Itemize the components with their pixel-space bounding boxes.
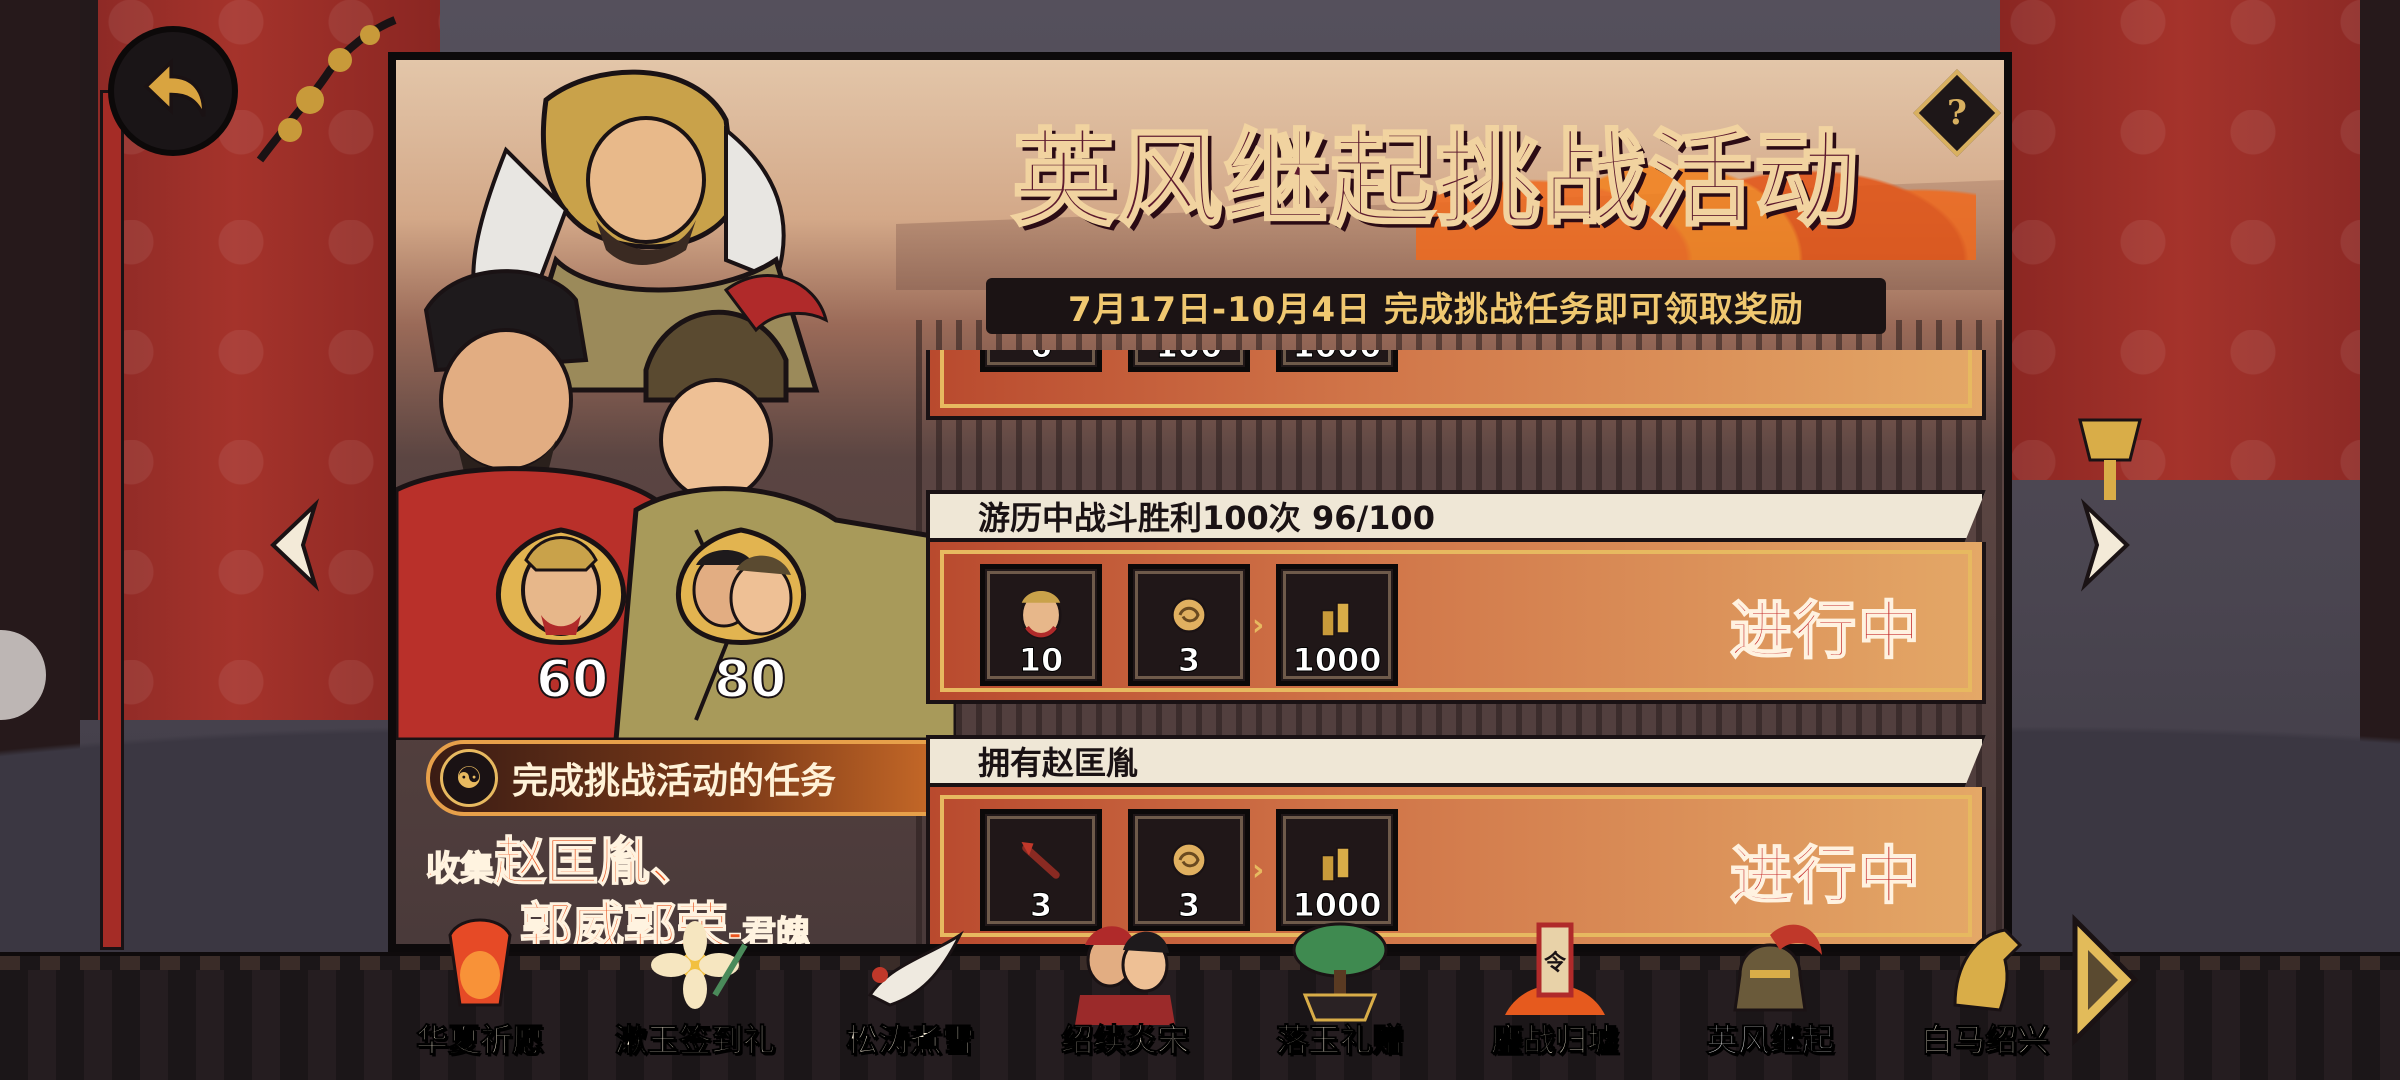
task-title-text: 游历中战斗胜利100次 96/100 [978, 499, 1435, 537]
tab-label: 绍续炎宋 [1060, 1021, 1189, 1060]
chevron-right-icon: › [1252, 853, 1265, 888]
lantern-icon [448, 918, 512, 1007]
reward-slot[interactable]: 1000 [1276, 564, 1398, 686]
collect-prefix: 收集 [425, 848, 495, 890]
banner-ornament-icon [2078, 418, 2142, 500]
reward-quantity: 1000 [1292, 641, 1382, 680]
svg-text:令: 令 [1544, 950, 1567, 976]
event-tab-bar: 华夏祈愿 漱玉签到礼 松涛煮雪 绍续炎宋 落玉礼赠 令 鏖战归墟 英风继起 白马… [380, 915, 2050, 1075]
reward-slot[interactable]: 3 [980, 809, 1102, 931]
reward-slot[interactable]: 100 [1128, 350, 1250, 372]
event-subtitle: 7月17日-10月4日 完成挑战任务即可领取奖励 [986, 278, 1886, 334]
chevron-left-icon [270, 498, 320, 592]
left-red-pillar [100, 90, 124, 950]
tab-label: 华夏祈愿 [415, 1021, 544, 1060]
back-button[interactable] [108, 26, 238, 156]
tab-luoyu-lizeng[interactable]: 落玉礼赠 [1240, 915, 1440, 1075]
helmet-icon [1733, 924, 1822, 1012]
task-title: 游历中战斗胜利100次 96/100 [926, 490, 1986, 542]
tab-shuyu-qiandao[interactable]: 漱玉签到礼 [595, 915, 795, 1075]
reward-quantity: 10 [1018, 641, 1064, 680]
tab-shaoxu-yansong[interactable]: 绍续炎宋 [1025, 915, 1225, 1075]
reward-quantity: 6 [985, 350, 1097, 366]
tab-yingfeng-jiqi[interactable]: 英风继起 [1670, 915, 1870, 1075]
horse-icon [1953, 928, 2023, 1012]
command-token-icon: 令 [1505, 922, 1605, 1015]
tab-label: 松涛煮雪 [845, 1021, 974, 1060]
hero-portrait-badge[interactable] [666, 520, 816, 670]
reward-quantity: 1000 [1281, 350, 1393, 366]
reward-slot[interactable]: 6 [980, 350, 1102, 372]
reward-slot[interactable]: 1000 [1276, 350, 1398, 372]
chevron-right-icon: › [1252, 608, 1265, 643]
reward-quantity: 3 [1177, 641, 1201, 680]
task-title-text: 拥有赵匡胤 [978, 744, 1139, 782]
generals-icon [1075, 926, 1175, 1025]
tab-label: 白马绍兴 [1920, 1021, 2049, 1060]
badge-value: 60 [535, 649, 609, 711]
task-status: 进行中 [1729, 593, 1922, 668]
reward-slot[interactable]: 1000 [1276, 809, 1398, 931]
task-card: 6 100 1000 [926, 350, 1986, 420]
tab-label: 落玉礼赠 [1275, 1021, 1404, 1060]
tab-scroll-right-button[interactable] [2060, 910, 2150, 1050]
collect-line1: 赵匡胤、 [493, 831, 703, 894]
tab-baima-shaoxing[interactable]: 白马绍兴 [1885, 915, 2085, 1075]
crane-icon [867, 930, 964, 1007]
tab-aozhan-guixu[interactable]: 令 鏖战归墟 [1455, 915, 1655, 1075]
task-body: 10 3 › 1000 进行中 [926, 542, 1986, 704]
task-status: 进行中 [1729, 838, 1922, 913]
prev-page-button[interactable] [250, 490, 340, 600]
reward-slot[interactable]: 3 [1128, 564, 1250, 686]
plum-branch-icon [256, 16, 397, 163]
reward-slot[interactable]: 3 [1128, 809, 1250, 931]
badge-value: 80 [713, 649, 787, 711]
right-red-curtain [2000, 0, 2360, 480]
tab-huaxia-qiyuan[interactable]: 华夏祈愿 [380, 915, 580, 1075]
reward-slot[interactable]: 10 [980, 564, 1102, 686]
mission-label: 完成挑战活动的任务 [512, 761, 837, 802]
bonsai-icon [1292, 922, 1388, 1022]
tab-label: 鏖战归墟 [1490, 1021, 1619, 1060]
task-list[interactable]: 6 100 1000 游历中战斗胜利100次 96/100 [926, 350, 2004, 944]
dragon-emblem-icon: ☯ [440, 749, 498, 807]
task-title: 拥有赵匡胤 [926, 735, 1986, 787]
tab-songtao-zhuxue[interactable]: 松涛煮雪 [810, 915, 1010, 1075]
back-arrow-icon [143, 57, 206, 117]
flower-icon [651, 921, 748, 1009]
task-card: 游历中战斗胜利100次 96/100 10 3 › 1000 进行中 [926, 490, 1986, 704]
event-title: 英风继起挑战活动 [1010, 116, 1860, 242]
question-icon: ? [1947, 92, 1967, 133]
reward-quantity: 100 [1133, 350, 1245, 366]
task-body: 6 100 1000 [926, 350, 1986, 420]
tab-label: 英风继起 [1705, 1021, 1834, 1060]
mission-banner: ☯ 完成挑战活动的任务 [426, 740, 946, 816]
hero-portrait-badge[interactable] [486, 520, 636, 670]
event-panel: 60 80 ☯ 完成挑战活动的任务 收集赵匡胤、 郭威郭荣-君魄 英风继起挑战活… [388, 52, 2012, 952]
tab-label: 漱玉签到礼 [614, 1021, 775, 1060]
